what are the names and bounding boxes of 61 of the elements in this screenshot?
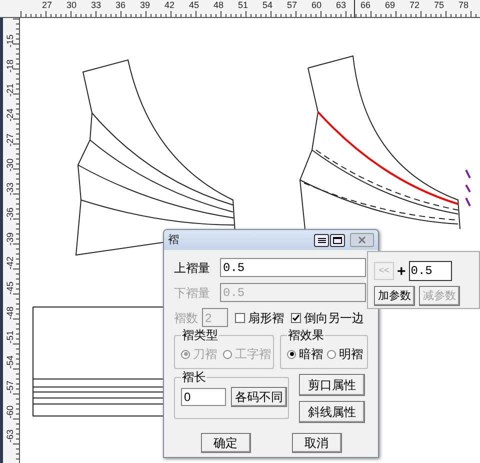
ruler-label: -33 [5,182,15,198]
sign-label: + [396,264,407,278]
ruler-label: -63 [5,428,15,445]
ruler-label: 39 [140,0,150,11]
radio-option[interactable]: 明褶 [327,345,363,363]
ruler-label: -51 [5,330,15,346]
ruler-label: 27 [42,0,52,11]
group-title: 褶类型 [181,328,219,342]
input-field[interactable]: 0.5 [220,258,366,277]
ruler-label: -27 [5,132,15,148]
input-field[interactable]: 0 [181,388,226,406]
ruler-label: -21 [5,82,15,99]
ruler-label: 48 [214,0,224,11]
window-title: 褶 [168,232,180,248]
ruler-label: 72 [410,0,420,11]
ruler-label: -36 [5,206,15,222]
ruler-label: 45 [189,0,200,11]
dialog-button[interactable]: 加参数 [374,286,415,306]
ruler-label: 75 [434,0,444,11]
field-label: 褶数 [174,310,198,326]
ruler-label: 42 [164,0,175,11]
group-title: 褶长 [181,370,207,384]
ruler-label: -24 [5,108,15,124]
ruler-label: -30 [5,157,15,174]
radio-option[interactable]: 暗褶 [287,345,323,363]
ruler-label: 30 [66,0,77,11]
ruler-label: 60 [312,0,322,11]
check-icon [292,314,300,322]
ruler-label: -60 [5,404,15,420]
ruler-label: 57 [287,0,298,11]
dialog-button[interactable]: 确定 [200,433,250,453]
ruler-label: -48 [5,305,15,322]
ruler-label: -54 [5,354,15,371]
ruler-label: 54 [262,0,273,11]
group-title: 褶效果 [287,328,325,342]
dialog-button[interactable]: 剪口属性 [299,374,365,396]
checkbox-option[interactable]: 扇形褶 [235,308,284,326]
ruler-label: 33 [91,0,102,11]
ruler-label: 69 [385,0,396,11]
ruler-label: -39 [5,231,15,248]
ruler-label: 51 [238,0,248,11]
value-field[interactable]: 0.5 [408,261,452,281]
ruler-label: -18 [5,58,15,74]
ruler-label: -45 [5,280,15,297]
ruler-label: -57 [5,379,15,396]
field-label: 上褶量 [174,260,211,276]
checkbox-option[interactable]: 倒向另一边 [291,308,364,326]
field-label: 下褶量 [174,284,211,302]
ruler-label: -42 [5,256,15,272]
close-icon [358,236,366,244]
close-button[interactable] [350,233,374,247]
ruler-label: 63 [336,0,346,11]
ruler-label: 78 [458,0,469,11]
window-icon[interactable] [330,234,345,246]
dialog-button[interactable]: 取消 [292,433,342,453]
dialog-button[interactable]: 斜线属性 [299,401,365,423]
menu-icon[interactable] [314,234,329,246]
ruler-label: 36 [116,0,126,11]
ruler-label: -15 [5,34,15,50]
dialog-button[interactable]: 各码不同 [231,387,287,407]
ruler-label: 66 [360,0,371,11]
